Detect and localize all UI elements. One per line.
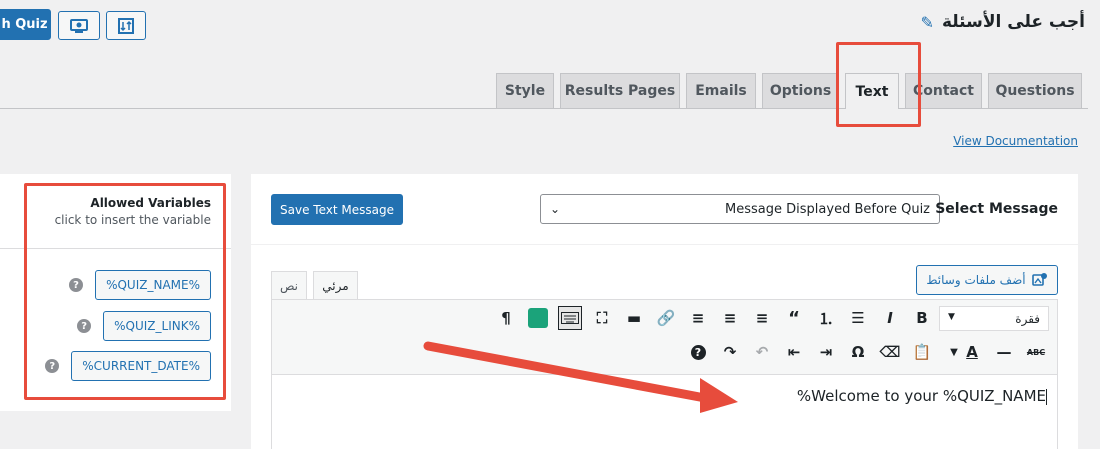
read-more-icon[interactable]: ▬ [622,306,646,330]
add-media-button[interactable]: أضف ملفات وسائط [916,265,1058,295]
launch-quiz-button[interactable]: h Quiz [0,9,51,40]
indent-icon[interactable]: ⇥ [814,340,838,364]
media-icon [1031,273,1047,286]
tab-questions[interactable]: Questions [988,73,1082,108]
preview-button[interactable] [58,11,100,40]
page-title: أجب على الأسئلة ✎ [921,12,1085,32]
undo-icon[interactable]: ↶ [750,340,774,364]
variable-row: ? %CURRENT_DATE% [45,351,211,381]
variable-quiz-name-button[interactable]: %QUIZ_NAME% [95,270,211,300]
rtl-paragraph-icon[interactable]: ¶ [494,306,518,330]
tab-results-pages[interactable]: Results Pages [560,73,680,108]
launch-quiz-label: h Quiz [1,17,48,32]
help-icon[interactable]: ? [69,278,84,292]
redo-icon[interactable]: ↷ [718,340,742,364]
bold-icon[interactable]: B [910,306,934,330]
variable-row: ? %QUIZ_LINK% [77,311,211,341]
variable-row: ? %QUIZ_NAME% [69,270,211,300]
blockquote-icon[interactable]: “ [782,306,806,330]
editor-text-value: %Welcome to your %QUIZ_NAME [796,387,1046,405]
tab-style[interactable]: Style [496,73,554,108]
editor-toolbar: ¶ ⛶ ▬ 🔗 ≡ ≡ ≡ “ ⒈ ☰ I B ▼ فقرة ? ↷ ↶ ⇤ ⇥… [271,299,1058,375]
tab-text-label: Text [855,83,889,100]
help-icon[interactable]: ? [45,359,60,373]
select-message-label: Select Message [935,201,1058,217]
editor-tab-visual[interactable]: مرئي [313,271,358,300]
tabs-divider [0,108,1088,109]
text-caret [1046,388,1047,405]
sort-button[interactable] [106,11,146,40]
editor-text[interactable]: %Welcome to your %QUIZ_NAME [797,387,1047,405]
divider [251,244,1078,245]
view-documentation-link[interactable]: View Documentation [953,134,1078,148]
align-center-icon[interactable]: ≡ [718,306,742,330]
fullscreen-icon[interactable]: ⛶ [590,306,614,330]
editor-tab-text-label: نص [279,278,299,293]
bullet-list-icon[interactable]: ☰ [846,306,870,330]
text-color-icon[interactable]: A [960,340,984,364]
tab-contact-label: Contact [913,83,974,99]
align-right-icon[interactable]: ≡ [686,306,710,330]
tab-style-label: Style [504,83,546,99]
align-left-icon[interactable]: ≡ [750,306,774,330]
editor-tab-visual-label: مرئي [322,279,349,293]
format-select[interactable]: ▼ فقرة [939,306,1049,331]
keyboard-icon[interactable] [558,306,582,330]
variables-header: Allowed Variables click to insert the va… [0,174,231,249]
variable-quiz-link-button[interactable]: %QUIZ_LINK% [103,311,211,341]
eye-icon [70,18,88,33]
clear-formatting-icon[interactable]: ⌫ [878,340,902,364]
strikethrough-icon[interactable]: ABC [1024,340,1048,364]
pencil-icon[interactable]: ✎ [921,13,934,32]
tab-results-pages-label: Results Pages [564,83,676,99]
horizontal-line-icon[interactable]: — [992,340,1016,364]
help-icon[interactable]: ? [686,340,710,364]
allowed-variables-panel: Allowed Variables click to insert the va… [0,174,231,411]
text-message-panel: Save Text Message ⌄ Message Displayed Be… [251,174,1078,449]
add-media-label: أضف ملفات وسائط [926,273,1026,287]
tab-questions-label: Questions [995,83,1075,99]
tab-text[interactable]: Text [845,73,899,109]
variables-subtitle: click to insert the variable [54,213,211,227]
italic-icon[interactable]: I [878,306,902,330]
link-icon[interactable]: 🔗 [654,306,678,330]
page-title-text: أجب على الأسئلة [941,12,1085,32]
special-character-icon[interactable]: Ω [846,340,870,364]
dropdown-arrow-icon: ▼ [948,312,955,322]
save-text-message-label: Save Text Message [280,202,394,217]
numbered-list-icon[interactable]: ⒈ [814,306,838,330]
tab-contact[interactable]: Contact [905,73,982,108]
sort-icon [118,17,134,34]
format-select-value: فقرة [1015,311,1040,326]
outdent-icon[interactable]: ⇤ [782,340,806,364]
editor-content-area[interactable]: %Welcome to your %QUIZ_NAME [271,375,1058,449]
tab-options[interactable]: Options [762,73,839,108]
variable-current-date-button[interactable]: %CURRENT_DATE% [71,351,211,381]
tab-options-label: Options [769,83,832,99]
chevron-down-icon: ⌄ [550,202,561,216]
help-icon[interactable]: ? [77,319,92,333]
paste-text-icon[interactable]: 📋 [910,340,934,364]
variables-title: Allowed Variables [90,196,211,210]
tab-emails[interactable]: Emails [686,73,756,108]
editor-tab-text[interactable]: نص [271,271,307,299]
save-text-message-button[interactable]: Save Text Message [271,194,403,225]
message-select-value: Message Displayed Before Quiz [725,201,930,217]
plugin-icon[interactable] [526,306,550,330]
message-select[interactable]: ⌄ Message Displayed Before Quiz [540,194,940,224]
tab-emails-label: Emails [695,83,747,99]
